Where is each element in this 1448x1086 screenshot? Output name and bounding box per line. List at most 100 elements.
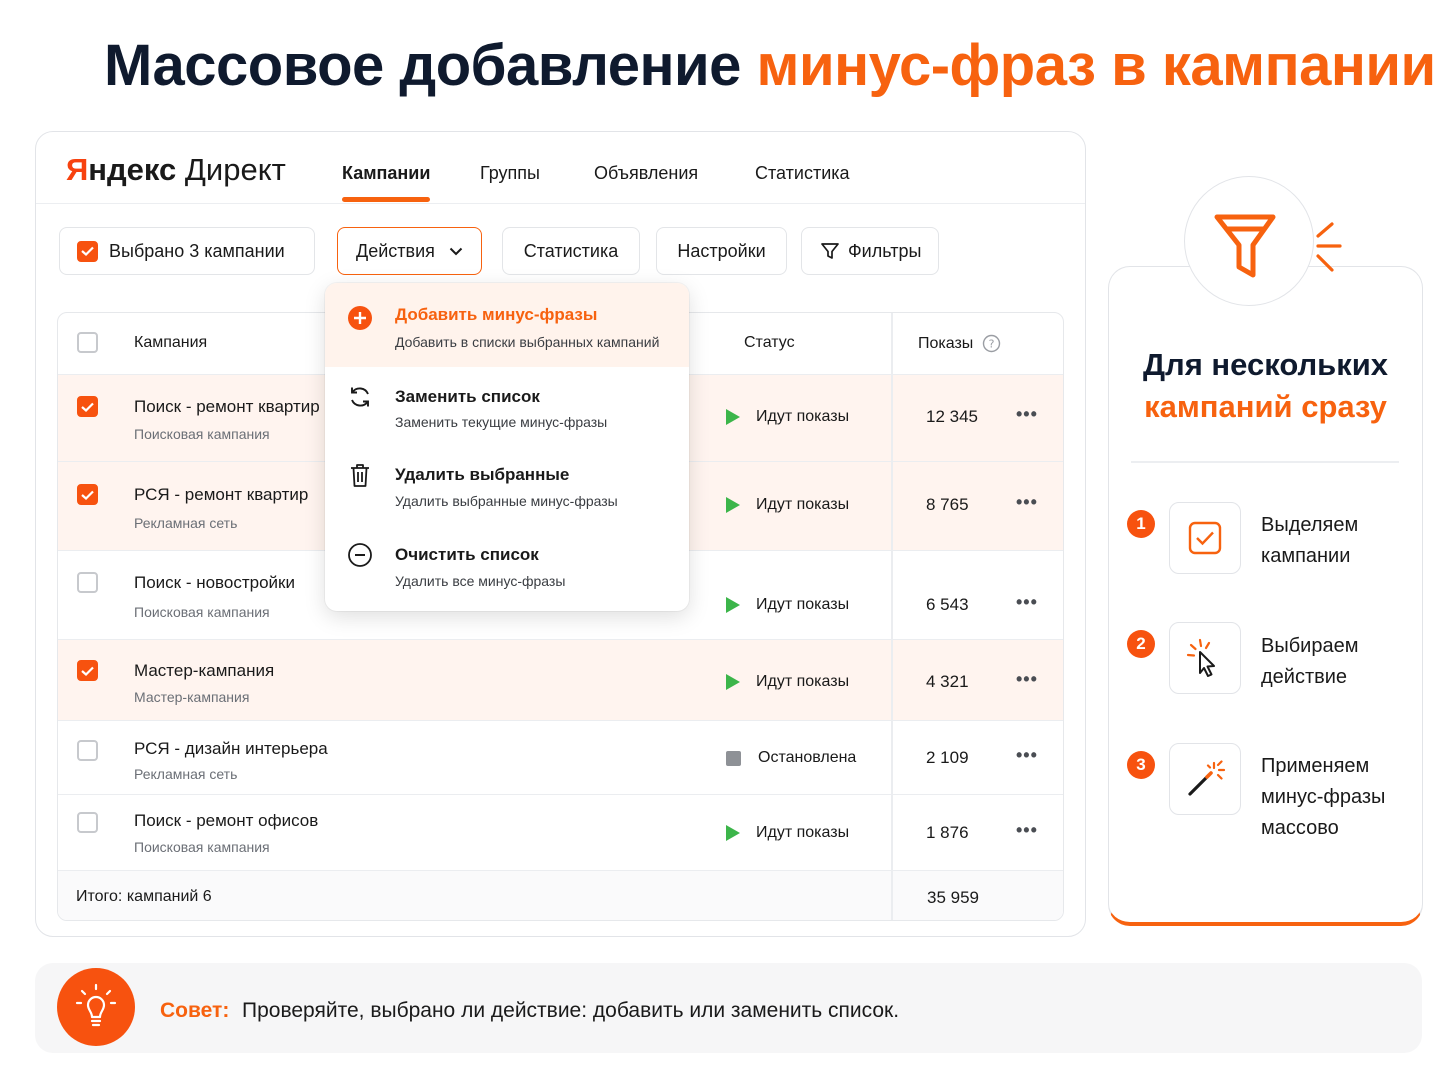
more-options-icon[interactable]: •••	[1016, 404, 1038, 425]
menu-item-clear-list[interactable]: Очистить список Удалить все минус-фразы	[325, 525, 689, 611]
play-icon	[726, 825, 740, 841]
menu-item-add-minus-phrases[interactable]: Добавить минус-фразы Добавить в списки в…	[325, 283, 689, 367]
campaign-name[interactable]: Поиск - новостройки	[134, 573, 295, 593]
tip-banner: Совет: Проверяйте, выбрано ли действие: …	[35, 963, 1422, 1053]
yandex-direct-logo[interactable]: Яндекс Директ	[66, 152, 286, 188]
column-campaign: Кампания	[134, 334, 208, 351]
campaign-name[interactable]: Поиск - ремонт квартир	[134, 397, 320, 417]
campaign-status: Идут показы	[726, 673, 849, 691]
svg-text:?: ?	[989, 338, 995, 351]
checkbox-icon	[1188, 521, 1222, 555]
settings-button[interactable]: Настройки	[656, 227, 787, 275]
campaign-shows: 6 543	[926, 595, 969, 614]
step-text-line: действие	[1261, 666, 1348, 688]
step-number: 2	[1127, 630, 1155, 658]
row-checkbox[interactable]	[77, 660, 98, 681]
row-checkbox[interactable]	[77, 812, 98, 833]
campaign-status: Идут показы	[726, 596, 849, 614]
campaign-name[interactable]: Поиск - ремонт офисов	[134, 811, 318, 831]
filters-label: Фильтры	[848, 240, 922, 261]
campaign-type: Поисковая кампания	[134, 839, 270, 855]
more-options-icon[interactable]: •••	[1016, 669, 1038, 690]
header-checkbox[interactable]	[77, 332, 98, 353]
cursor-click-icon	[1186, 638, 1215, 677]
row-checkbox[interactable]	[77, 484, 98, 505]
row-checkbox[interactable]	[77, 740, 98, 761]
column-shows[interactable]: Показы ?	[918, 334, 1001, 353]
table-row[interactable]: Поиск - ремонт офисов Поисковая кампания…	[58, 795, 1063, 870]
filters-button[interactable]: Фильтры	[801, 227, 939, 275]
column-status[interactable]: Статус	[744, 334, 795, 352]
checkmark-icon	[81, 246, 94, 256]
info-card-divider	[1131, 461, 1399, 463]
logo-brand-initial: Я	[66, 152, 89, 187]
step-icon-box	[1169, 743, 1241, 815]
menu-item-title: Заменить список	[395, 387, 540, 406]
campaign-shows: 8 765	[926, 495, 969, 514]
play-icon	[726, 409, 740, 425]
lightbulb-badge	[57, 968, 135, 1046]
table-row[interactable]: Мастер-кампания Мастер-кампания Идут пок…	[58, 640, 1063, 721]
actions-label: Действия	[356, 240, 435, 261]
step-text-line: массово	[1261, 817, 1339, 839]
campaign-name[interactable]: РСЯ - ремонт квартир	[134, 485, 308, 505]
row-checkbox[interactable]	[77, 396, 98, 417]
select-all-checkbox[interactable]	[77, 240, 98, 262]
actions-dropdown-menu: Добавить минус-фразы Добавить в списки в…	[325, 283, 689, 611]
step-text-line: кампании	[1261, 545, 1351, 567]
info-card: Для нескольких кампаний сразу 1 Выделяем…	[1108, 266, 1423, 926]
row-checkbox[interactable]	[77, 572, 98, 593]
logo-brand: Яндекс	[66, 152, 176, 187]
tab-groups[interactable]: Группы	[480, 163, 540, 184]
actions-dropdown-button[interactable]: Действия	[337, 227, 482, 275]
campaign-status: Идут показы	[726, 496, 849, 514]
selected-count-chip[interactable]: Выбрано 3 кампании	[59, 227, 315, 275]
help-icon[interactable]: ?	[982, 334, 1001, 353]
step-icon-box	[1169, 502, 1241, 574]
campaign-name[interactable]: РСЯ - дизайн интерьера	[134, 739, 328, 759]
tab-campaigns[interactable]: Кампании	[342, 163, 430, 184]
menu-item-replace-list[interactable]: Заменить список Заменить текущие минус-ф…	[325, 367, 689, 445]
tip-text: Проверяйте, выбрано ли действие: добавит…	[242, 999, 900, 1022]
campaign-shows: 1 876	[926, 823, 969, 842]
more-options-icon[interactable]: •••	[1016, 592, 1038, 613]
total-shows: 35 959	[927, 888, 979, 907]
campaign-shows: 12 345	[926, 407, 978, 426]
menu-item-title: Очистить список	[395, 545, 539, 564]
menu-item-title: Добавить минус-фразы	[395, 305, 598, 324]
more-options-icon[interactable]: •••	[1016, 492, 1038, 513]
tab-ads[interactable]: Объявления	[594, 163, 698, 184]
tab-statistics[interactable]: Статистика	[755, 163, 850, 184]
more-options-icon[interactable]: •••	[1016, 820, 1038, 841]
campaign-type: Поисковая кампания	[134, 426, 270, 442]
table-row[interactable]: РСЯ - дизайн интерьера Рекламная сеть Ос…	[58, 721, 1063, 795]
step-number: 1	[1127, 510, 1155, 538]
top-navigation: Яндекс Директ Кампании Группы Объявления…	[36, 132, 1085, 204]
checkmark-icon	[81, 490, 94, 500]
active-tab-indicator	[342, 197, 430, 202]
step-text-line: минус-фразы	[1261, 786, 1386, 808]
campaign-type: Мастер-кампания	[134, 689, 250, 705]
menu-item-delete-selected[interactable]: Удалить выбранные Удалить выбранные мину…	[325, 445, 689, 525]
table-footer: Итого: кампаний 6 35 959	[58, 870, 1063, 920]
step-icon-box	[1169, 622, 1241, 694]
headline-part2: минус-фраз в кампании	[756, 33, 1437, 98]
selected-count-label: Выбрано 3 кампании	[109, 240, 285, 261]
menu-item-subtitle: Удалить выбранные минус-фразы	[395, 493, 618, 509]
status-label: Идут показы	[756, 673, 850, 690]
step-text: Выбираем действие	[1261, 631, 1358, 693]
column-shows-label: Показы	[918, 334, 974, 352]
campaign-type: Поисковая кампания	[134, 604, 270, 620]
plus-circle-icon	[348, 306, 372, 330]
info-card-title-line2: кампаний сразу	[1144, 389, 1387, 424]
logo-product: Директ	[184, 152, 286, 187]
campaign-status: Идут показы	[726, 824, 849, 842]
campaign-name[interactable]: Мастер-кампания	[134, 661, 274, 681]
statistics-button[interactable]: Статистика	[502, 227, 640, 275]
step-text-line: Выбираем	[1261, 635, 1359, 657]
logo-brand-rest: ндекс	[88, 152, 177, 187]
step-text: Выделяем кампании	[1261, 510, 1358, 572]
more-options-icon[interactable]: •••	[1016, 745, 1038, 766]
checkmark-icon	[81, 666, 94, 676]
menu-item-subtitle: Заменить текущие минус-фразы	[395, 414, 608, 430]
